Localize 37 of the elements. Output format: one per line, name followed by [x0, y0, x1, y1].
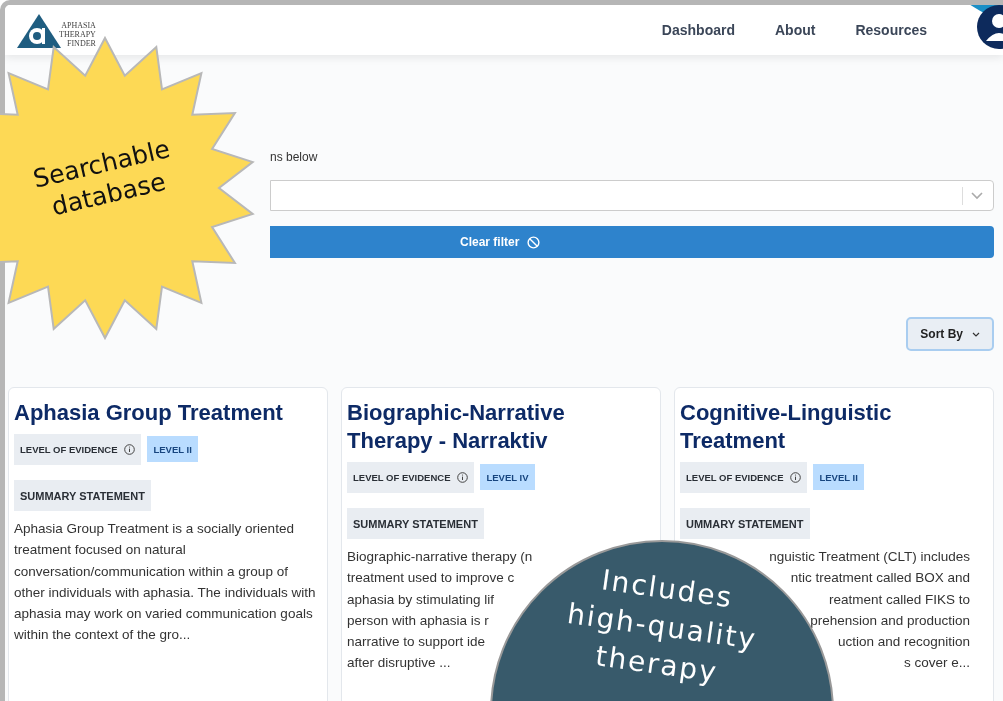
summary-text-line: Biographic-narrative therapy (n: [347, 548, 534, 566]
card-title[interactable]: Aphasia Group Treatment: [14, 399, 322, 427]
summary-label: SUMMARY STATEMENT: [14, 480, 151, 511]
summary-text-line: aphasia by stimulating lif: [347, 590, 496, 609]
chevron-down-icon: [972, 331, 980, 337]
treatment-card[interactable]: [8, 387, 328, 701]
logo-text: THERAPY: [59, 30, 96, 39]
filter-select-field[interactable]: [270, 180, 994, 211]
info-icon: [124, 444, 136, 455]
chevron-down-icon: [971, 191, 983, 200]
nav-link[interactable]: Dashboard: [641, 22, 755, 38]
evidence-label: LEVEL OF EVIDENCE: [14, 434, 142, 465]
card-title[interactable]: Cognitive-Linguistic Treatment: [680, 399, 988, 455]
level-badge: LEVEL II: [147, 436, 198, 462]
summary-label: SUMMARY STATEMENT: [347, 508, 484, 539]
summary-label: UMMARY STATEMENT: [680, 508, 810, 539]
nav-link[interactable]: About: [754, 22, 836, 38]
nav-link[interactable]: Resources: [835, 22, 953, 38]
card-title[interactable]: Biographic-Narrative Therapy - Narraktiv: [347, 399, 655, 455]
evidence-label: LEVEL OF EVIDENCE: [680, 462, 808, 493]
clear-filter-button[interactable]: Clear filter: [270, 226, 994, 258]
logo-text: APHASIA: [61, 21, 96, 30]
summary-text-line: nguistic Treatment (CLT) includes: [768, 548, 971, 566]
level-badge: LEVEL IV: [480, 464, 535, 490]
level-badge: LEVEL II: [813, 464, 864, 490]
info-icon: [457, 472, 469, 483]
info-icon: [790, 472, 802, 483]
summary-text-line: narrative to support ide: [347, 633, 487, 652]
summary-text: Aphasia Group Treatment is a socially oriented treatment focused on natural conversation/communication within a group of other individuals with aphasia. The individuals with aphasia may work on varied communication goals within the context of the gro...: [14, 520, 317, 645]
instruction-text: ns below: [270, 150, 318, 164]
ban-icon: [527, 235, 541, 249]
sort-by-button[interactable]: Sort By: [906, 317, 994, 351]
logo[interactable]: APHASIA THERAPY FINDER: [17, 12, 96, 48]
logo-text: FINDER: [67, 39, 96, 48]
evidence-label: LEVEL OF EVIDENCE: [347, 462, 475, 493]
summary-text-line: ntic treatment called BOX and: [789, 569, 971, 588]
triangle-logo-icon: [17, 14, 61, 48]
